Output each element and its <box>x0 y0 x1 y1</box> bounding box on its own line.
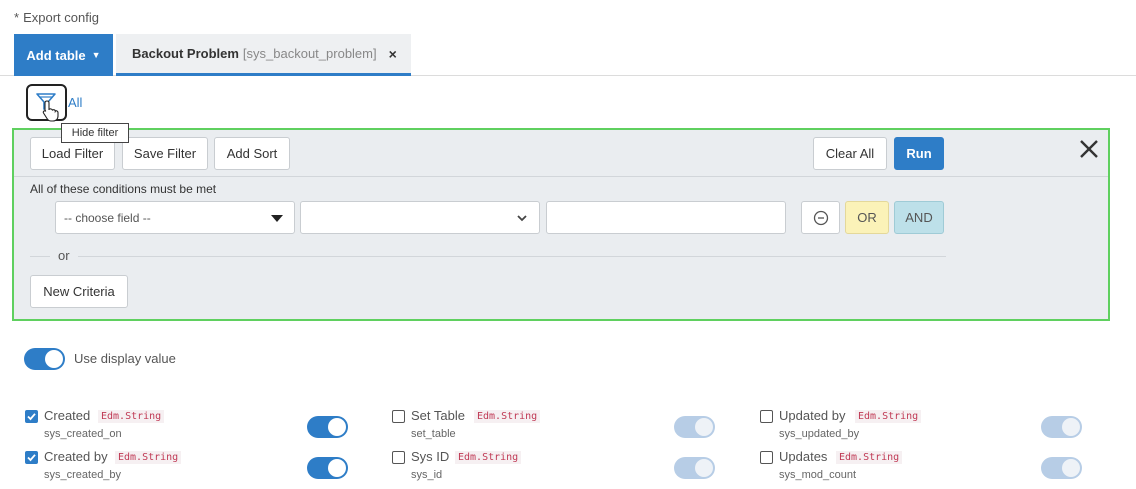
field-sys-name: sys_mod_count <box>779 469 857 481</box>
export-config-label: Export config <box>23 10 99 25</box>
check-icon <box>27 413 36 421</box>
caret-down-icon <box>271 215 283 222</box>
or-separator-label: or <box>50 248 78 263</box>
field-label: Created by <box>44 449 108 464</box>
tab-close-icon[interactable]: × <box>389 46 397 62</box>
toggle-knob <box>45 350 63 368</box>
add-table-label: Add table <box>26 47 86 63</box>
panel-divider <box>14 176 1108 177</box>
tab-table-sys-name: [sys_backout_problem] <box>242 46 377 61</box>
tab-backout-problem[interactable]: Backout Problem [sys_backout_problem] × <box>116 34 411 76</box>
conditions-label: All of these conditions must be met <box>30 182 217 196</box>
field-label: Updated by <box>779 408 846 423</box>
field-sys-name: sys_id <box>411 469 443 481</box>
field-checkbox-sys-id[interactable] <box>392 451 405 464</box>
field-sys-name: sys_created_on <box>44 428 122 440</box>
field-toggle-sys-id[interactable] <box>674 457 715 479</box>
field-sys-name: sys_updated_by <box>779 428 860 440</box>
field-type-badge: Edm.String <box>455 451 522 464</box>
and-button[interactable]: AND <box>894 201 944 234</box>
chevron-down-icon <box>517 215 527 222</box>
toggle-knob <box>695 459 713 477</box>
remove-condition-button[interactable] <box>801 201 840 234</box>
field-label: Updates <box>779 449 828 464</box>
field-select-value: -- choose field -- <box>64 210 151 225</box>
or-divider-line <box>30 256 946 257</box>
use-display-value-label: Use display value <box>74 351 176 366</box>
field-toggle-set-table[interactable] <box>674 416 715 438</box>
save-filter-button[interactable]: Save Filter <box>122 137 208 170</box>
field-label: Sys ID <box>411 449 450 464</box>
add-table-button[interactable]: Add table ▼ <box>14 34 113 76</box>
toggle-knob <box>1062 459 1080 477</box>
toggle-knob <box>328 459 346 477</box>
field-checkbox-set-table[interactable] <box>392 410 405 423</box>
field-type-badge: Edm.String <box>855 410 922 423</box>
check-icon <box>27 454 36 462</box>
run-button[interactable]: Run <box>894 137 944 170</box>
field-sys-name: sys_created_by <box>44 469 122 481</box>
field-label: Created <box>44 408 91 423</box>
hide-filter-tooltip: Hide filter <box>61 123 129 143</box>
field-type-badge: Edm.String <box>98 410 165 423</box>
filter-panel: Load Filter Save Filter Add Sort Clear A… <box>12 128 1110 321</box>
field-label: Set Table <box>411 408 465 423</box>
field-checkbox-updates[interactable] <box>760 451 773 464</box>
filter-toggle-button[interactable] <box>26 84 67 122</box>
filter-all-link[interactable]: All <box>68 95 82 110</box>
caret-down-icon: ▼ <box>91 50 101 60</box>
field-type-badge: Edm.String <box>115 451 182 464</box>
export-config-title: * Export config <box>14 10 99 25</box>
field-select[interactable]: -- choose field -- <box>55 201 295 234</box>
toggle-knob <box>695 418 713 436</box>
field-toggle-updates[interactable] <box>1041 457 1082 479</box>
field-toggle-created[interactable] <box>307 416 348 438</box>
field-sys-name: set_table <box>411 428 456 440</box>
add-sort-button[interactable]: Add Sort <box>214 137 290 170</box>
field-toggle-updated-by[interactable] <box>1041 416 1082 438</box>
operator-select[interactable] <box>300 201 540 234</box>
or-button[interactable]: OR <box>845 201 889 234</box>
new-criteria-button[interactable]: New Criteria <box>30 275 128 308</box>
field-type-badge: Edm.String <box>474 410 541 423</box>
value-input[interactable] <box>546 201 786 234</box>
hand-pointer-icon <box>42 100 59 122</box>
field-checkbox-created[interactable] <box>25 410 38 423</box>
clear-all-button[interactable]: Clear All <box>813 137 887 170</box>
close-icon[interactable] <box>1078 138 1100 160</box>
minus-circle-icon <box>813 210 828 225</box>
field-checkbox-updated-by[interactable] <box>760 410 773 423</box>
toggle-knob <box>1062 418 1080 436</box>
use-display-value-toggle[interactable] <box>24 348 65 370</box>
field-toggle-created-by[interactable] <box>307 457 348 479</box>
tab-table-name: Backout Problem <box>132 46 239 61</box>
toggle-knob <box>328 418 346 436</box>
field-checkbox-created-by[interactable] <box>25 451 38 464</box>
field-type-badge: Edm.String <box>836 451 903 464</box>
required-marker: * <box>14 10 20 25</box>
